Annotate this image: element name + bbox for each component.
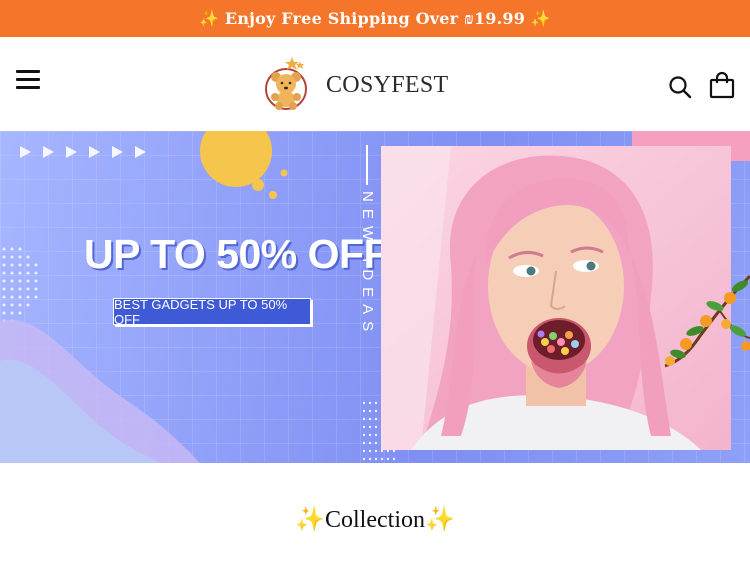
hero-banner[interactable]: NEW IDEAS UP TO 50% OFF BEST GADGETS UP … bbox=[0, 131, 750, 463]
search-icon[interactable] bbox=[668, 75, 692, 99]
brand-name: COSYFEST bbox=[326, 71, 449, 98]
site-header: COSYFEST bbox=[0, 37, 750, 131]
menu-icon[interactable] bbox=[16, 70, 40, 90]
announcement-text: ✨ Enjoy Free Shipping Over ₪19.99 ✨ bbox=[199, 8, 551, 28]
brand-logo[interactable]: COSYFEST bbox=[262, 53, 448, 117]
section-title: ✨Collection✨ bbox=[295, 507, 455, 533]
cart-icon[interactable] bbox=[709, 71, 735, 99]
banner-headline: UP TO 50% OFF bbox=[84, 231, 389, 277]
branch-decoration bbox=[664, 274, 750, 368]
banner-subline: BEST GADGETS UP TO 50% OFF bbox=[113, 297, 311, 327]
announcement-bar: ✨ Enjoy Free Shipping Over ₪19.99 ✨ bbox=[0, 0, 750, 37]
vertical-divider bbox=[366, 145, 368, 185]
logo-bear-icon bbox=[262, 53, 318, 117]
